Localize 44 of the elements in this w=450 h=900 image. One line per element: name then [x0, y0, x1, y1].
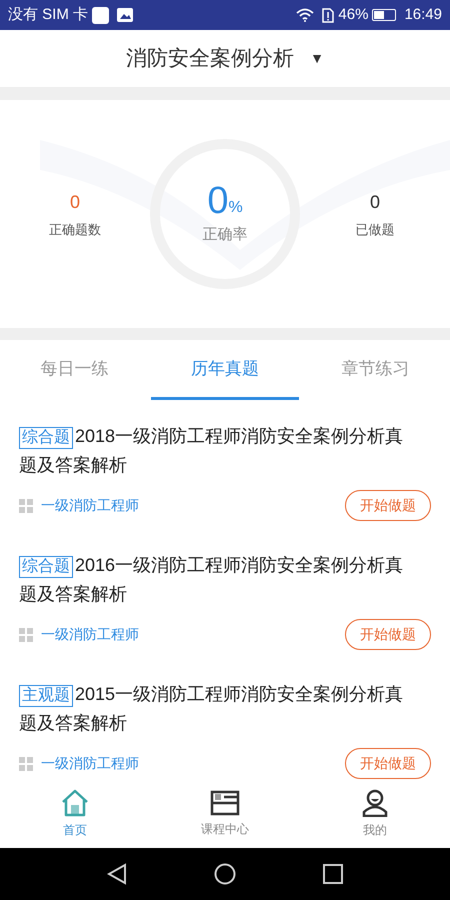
- paper-title[interactable]: 主观题 2015一级消防工程师消防安全案例分析真题及答案解析: [19, 680, 431, 738]
- home-icon: [60, 789, 90, 817]
- accuracy-value: 0: [207, 182, 228, 220]
- wifi-icon: [296, 8, 314, 22]
- battery-icon: [372, 9, 396, 21]
- question-type-tag: 主观题: [19, 685, 73, 707]
- nav-tab[interactable]: 首页: [0, 780, 150, 848]
- grid-icon: [19, 756, 33, 770]
- nav-tab[interactable]: 我的: [300, 780, 450, 848]
- percent-sign: %: [228, 198, 243, 218]
- carrier-text: 没有 SIM 卡: [8, 4, 88, 25]
- correct-count: 0: [70, 190, 80, 214]
- category-label: 一级消防工程师: [41, 625, 139, 644]
- battery-percent: 46%: [338, 4, 368, 25]
- recents-icon[interactable]: [322, 864, 343, 884]
- paper-title[interactable]: 综合题 2016一级消防工程师消防安全案例分析真题及答案解析: [19, 551, 431, 609]
- person-icon: [362, 789, 388, 817]
- start-button[interactable]: 开始做题: [345, 619, 431, 650]
- home-button-icon[interactable]: [214, 863, 236, 885]
- clock: 16:49: [404, 4, 442, 25]
- tab[interactable]: 历年真题: [150, 340, 300, 400]
- category-label: 一级消防工程师: [41, 754, 139, 773]
- page-title[interactable]: 消防安全案例分析: [126, 42, 294, 74]
- stat-label: 正确率: [202, 224, 248, 245]
- back-icon[interactable]: [107, 863, 128, 885]
- done-count: 0: [370, 190, 380, 214]
- start-button[interactable]: 开始做题: [345, 490, 431, 521]
- paper-title[interactable]: 综合题 2018一级消防工程师消防安全案例分析真题及答案解析: [19, 422, 431, 480]
- stat-label: 正确题数: [49, 220, 101, 239]
- stat-label: 已做题: [356, 220, 394, 239]
- sim-alert-icon: [322, 8, 334, 22]
- question-type-tag: 综合题: [19, 556, 73, 578]
- notification-icon: [92, 6, 110, 24]
- start-button[interactable]: 开始做题: [345, 748, 431, 779]
- dropdown-arrow[interactable]: ▼: [310, 48, 324, 69]
- tab[interactable]: 每日一练: [0, 340, 149, 400]
- question-type-tag: 综合题: [19, 427, 73, 449]
- grid-icon: [19, 628, 33, 642]
- image-icon: [117, 8, 134, 22]
- grid-icon: [19, 498, 33, 512]
- book-icon: [210, 790, 240, 816]
- nav-tab[interactable]: 课程中心: [150, 780, 300, 848]
- tab[interactable]: 章节练习: [301, 340, 450, 400]
- category-label: 一级消防工程师: [41, 496, 139, 515]
